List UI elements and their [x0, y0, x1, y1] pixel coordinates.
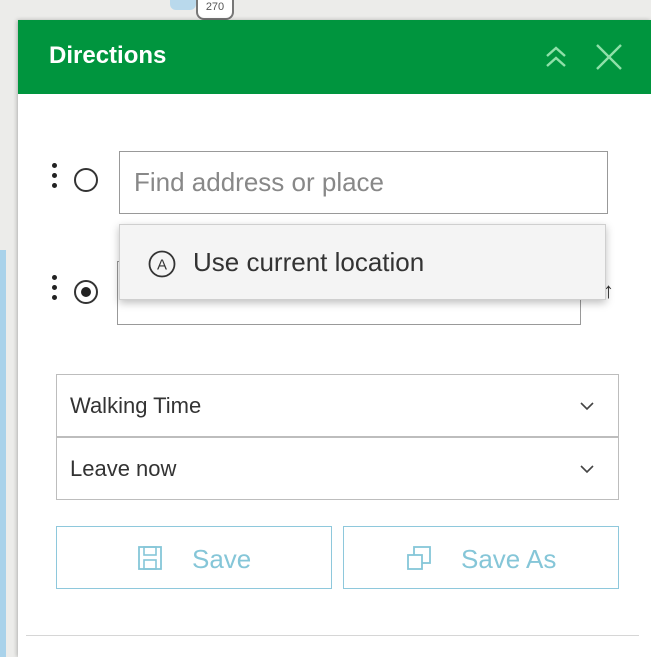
close-icon[interactable]: [594, 42, 624, 72]
copy-icon: [407, 546, 431, 570]
stop-radio-start[interactable]: [74, 168, 98, 192]
save-label: Save: [192, 544, 252, 574]
depart-time-select[interactable]: Leave now: [56, 437, 619, 500]
save-disk-icon: [138, 546, 162, 570]
directions-panel: Directions ↑ A Use c: [18, 20, 651, 657]
start-address-input[interactable]: [119, 151, 608, 214]
double-chevron-up-icon[interactable]: [541, 42, 571, 72]
suggestion-label: Use current location: [193, 247, 425, 277]
chevron-down-icon: [580, 465, 594, 474]
save-button[interactable]: Save: [56, 526, 332, 589]
drag-handle-icon[interactable]: [52, 275, 58, 305]
panel-header: Directions: [18, 20, 651, 94]
drag-handle-icon[interactable]: [52, 163, 58, 193]
suggestion-menu: A Use current location: [119, 224, 606, 300]
travel-mode-select[interactable]: Walking Time: [56, 374, 619, 437]
route-shield: 270: [196, 0, 234, 20]
stop-radio-destination[interactable]: [74, 280, 98, 304]
svg-text:A: A: [157, 257, 167, 274]
map-water: [170, 0, 196, 10]
reverse-stops-arrow-icon[interactable]: ↑: [603, 276, 623, 306]
depart-time-value: Leave now: [70, 456, 177, 481]
save-as-button[interactable]: Save As: [343, 526, 619, 589]
chevron-down-icon: [580, 402, 594, 411]
location-a-icon: A: [148, 250, 176, 278]
save-as-label: Save As: [461, 544, 557, 574]
divider: [26, 635, 639, 636]
travel-mode-value: Walking Time: [70, 393, 202, 418]
suggestion-use-current-location[interactable]: A Use current location: [120, 225, 605, 299]
map-river: [0, 250, 6, 657]
panel-title: Directions: [49, 42, 167, 69]
